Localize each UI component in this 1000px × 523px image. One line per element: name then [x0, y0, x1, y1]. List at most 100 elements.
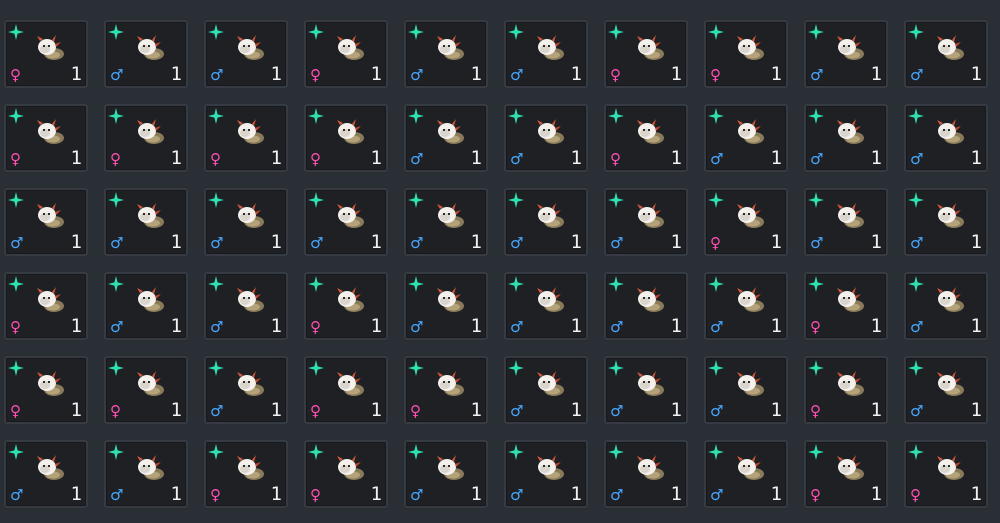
inventory-slot[interactable]: ♂ 1	[104, 272, 188, 340]
inventory-slot[interactable]: ♀ 1	[404, 356, 488, 424]
inventory-slot[interactable]: ♂ 1	[104, 440, 188, 508]
female-gender-icon: ♀	[210, 150, 221, 168]
inventory-slot[interactable]: ♂ 1	[904, 272, 988, 340]
male-gender-icon: ♂	[710, 402, 724, 420]
inventory-slot[interactable]: ♂ 1	[504, 440, 588, 508]
inventory-slot[interactable]: ♂ 1	[504, 272, 588, 340]
creature-sprite-icon	[234, 32, 266, 64]
inventory-slot[interactable]: ♂ 1	[404, 440, 488, 508]
inventory-slot[interactable]: ♂ 1	[404, 104, 488, 172]
sparkle-icon	[508, 360, 524, 376]
inventory-slot[interactable]: ♂ 1	[604, 440, 688, 508]
sparkle-icon	[408, 276, 424, 292]
inventory-slot[interactable]: ♂ 1	[904, 356, 988, 424]
creature-sprite-icon	[934, 200, 966, 232]
stack-count: 1	[570, 315, 582, 337]
stack-count: 1	[870, 483, 882, 505]
inventory-slot[interactable]: ♂ 1	[504, 104, 588, 172]
male-gender-icon: ♂	[510, 402, 524, 420]
inventory-slot[interactable]: ♂ 1	[704, 356, 788, 424]
creature-sprite-icon	[434, 284, 466, 316]
inventory-slot[interactable]: ♂ 1	[904, 20, 988, 88]
inventory-slot[interactable]: ♂ 1	[204, 20, 288, 88]
stack-count: 1	[570, 483, 582, 505]
creature-sprite-icon	[434, 116, 466, 148]
inventory-slot[interactable]: ♀ 1	[804, 356, 888, 424]
stack-count: 1	[770, 399, 782, 421]
inventory-slot[interactable]: ♂ 1	[104, 188, 188, 256]
inventory-slot[interactable]: ♂ 1	[604, 272, 688, 340]
creature-sprite-icon	[634, 32, 666, 64]
inventory-slot[interactable]: ♂ 1	[404, 188, 488, 256]
inventory-slot[interactable]: ♂ 1	[404, 272, 488, 340]
inventory-slot[interactable]: ♂ 1	[804, 20, 888, 88]
creature-sprite-icon	[934, 368, 966, 400]
inventory-slot[interactable]: ♂ 1	[604, 356, 688, 424]
sparkle-icon	[708, 108, 724, 124]
inventory-slot[interactable]: ♀ 1	[204, 440, 288, 508]
inventory-slot[interactable]: ♂ 1	[704, 104, 788, 172]
inventory-slot[interactable]: ♀ 1	[304, 440, 388, 508]
stack-count: 1	[570, 63, 582, 85]
stack-count: 1	[570, 231, 582, 253]
inventory-slot[interactable]: ♀ 1	[304, 104, 388, 172]
male-gender-icon: ♂	[610, 402, 624, 420]
inventory-slot[interactable]: ♀ 1	[904, 440, 988, 508]
female-gender-icon: ♀	[10, 66, 21, 84]
creature-sprite-icon	[134, 284, 166, 316]
inventory-slot[interactable]: ♂ 1	[404, 20, 488, 88]
creature-sprite-icon	[434, 368, 466, 400]
inventory-slot[interactable]: ♂ 1	[704, 440, 788, 508]
inventory-slot[interactable]: ♂ 1	[204, 188, 288, 256]
inventory-slot[interactable]: ♂ 1	[904, 104, 988, 172]
inventory-slot[interactable]: ♂ 1	[204, 272, 288, 340]
inventory-slot[interactable]: ♀ 1	[304, 272, 388, 340]
stack-count: 1	[270, 483, 282, 505]
stack-count: 1	[670, 315, 682, 337]
creature-sprite-icon	[334, 284, 366, 316]
inventory-slot[interactable]: ♀ 1	[704, 188, 788, 256]
inventory-slot[interactable]: ♂ 1	[504, 188, 588, 256]
inventory-slot[interactable]: ♀ 1	[104, 356, 188, 424]
inventory-slot[interactable]: ♀ 1	[604, 20, 688, 88]
sparkle-icon	[208, 108, 224, 124]
inventory-slot[interactable]: ♀ 1	[304, 20, 388, 88]
inventory-slot[interactable]: ♀ 1	[104, 104, 188, 172]
inventory-slot[interactable]: ♂ 1	[4, 440, 88, 508]
inventory-slot[interactable]: ♂ 1	[4, 188, 88, 256]
inventory-slot[interactable]: ♀ 1	[704, 20, 788, 88]
creature-sprite-icon	[834, 284, 866, 316]
male-gender-icon: ♂	[110, 486, 124, 504]
inventory-slot[interactable]: ♂ 1	[804, 188, 888, 256]
inventory-slot[interactable]: ♀ 1	[204, 104, 288, 172]
sparkle-icon	[208, 444, 224, 460]
female-gender-icon: ♀	[310, 150, 321, 168]
stack-count: 1	[670, 483, 682, 505]
inventory-slot[interactable]: ♂ 1	[904, 188, 988, 256]
inventory-slot[interactable]: ♀ 1	[804, 272, 888, 340]
creature-sprite-icon	[634, 284, 666, 316]
sparkle-icon	[208, 192, 224, 208]
female-gender-icon: ♀	[310, 402, 321, 420]
inventory-slot[interactable]: ♂ 1	[504, 20, 588, 88]
inventory-slot[interactable]: ♀ 1	[4, 104, 88, 172]
inventory-slot[interactable]: ♂ 1	[304, 188, 388, 256]
inventory-slot[interactable]: ♂ 1	[504, 356, 588, 424]
inventory-slot[interactable]: ♂ 1	[804, 104, 888, 172]
inventory-slot[interactable]: ♀ 1	[4, 20, 88, 88]
inventory-slot[interactable]: ♀ 1	[604, 104, 688, 172]
inventory-slot[interactable]: ♂ 1	[204, 356, 288, 424]
sparkle-icon	[808, 360, 824, 376]
inventory-slot[interactable]: ♂ 1	[704, 272, 788, 340]
female-gender-icon: ♀	[810, 486, 821, 504]
inventory-slot[interactable]: ♀ 1	[4, 356, 88, 424]
inventory-slot[interactable]: ♀ 1	[304, 356, 388, 424]
inventory-slot[interactable]: ♀ 1	[4, 272, 88, 340]
inventory-slot[interactable]: ♂ 1	[604, 188, 688, 256]
male-gender-icon: ♂	[310, 234, 324, 252]
inventory-slot[interactable]: ♀ 1	[804, 440, 888, 508]
creature-sprite-icon	[234, 200, 266, 232]
inventory-slot[interactable]: ♂ 1	[104, 20, 188, 88]
creature-sprite-icon	[134, 32, 166, 64]
creature-sprite-icon	[534, 116, 566, 148]
